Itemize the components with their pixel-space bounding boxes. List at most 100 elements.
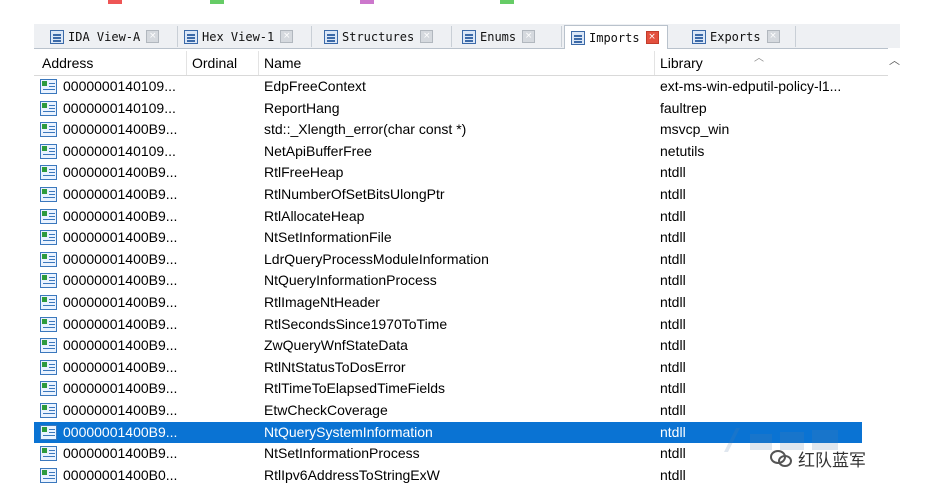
address-cell: 00000001400B9...: [63, 445, 178, 462]
library-cell: ntdll: [660, 272, 686, 289]
strip-segment: [360, 0, 374, 4]
name-cell: RtlNumberOfSetBitsUlongPtr: [264, 186, 445, 202]
table-row[interactable]: 00000001400B9... NtQueryInformationProces…: [34, 270, 862, 292]
import-entry-icon: [40, 295, 57, 310]
address-cell: 00000001400B9...: [63, 164, 178, 181]
tab-exports[interactable]: Exports ×: [686, 26, 796, 47]
close-icon[interactable]: ×: [645, 31, 659, 44]
watermark: 红队蓝军: [770, 446, 866, 471]
tab-label: Hex View-1: [202, 29, 275, 44]
name-cell: NtQuerySystemInformation: [264, 423, 433, 440]
address-cell: 00000001400B9...: [63, 250, 178, 267]
sort-caret-icon: ︿: [754, 53, 764, 64]
name-cell: EdpFreeContext: [264, 78, 366, 94]
enums-icon: [462, 29, 476, 44]
name-cell: RtlTimeToElapsedTimeFields: [264, 380, 446, 397]
address-cell: 00000001400B9...: [63, 294, 178, 310]
table-row[interactable]: 00000001400B9... RtlSecondsSince1970ToTim…: [34, 314, 862, 336]
tab-hex-view-1[interactable]: Hex View-1 ×: [178, 26, 312, 47]
name-cell: LdrQueryProcessModuleInformation: [264, 250, 489, 267]
column-header-ordinal[interactable]: Ordinal: [192, 55, 237, 71]
table-row[interactable]: 00000001400B9... RtlFreeHeap ntdll: [34, 162, 862, 184]
table-row[interactable]: 00000001400B9... RtlImageNtHeader ntdll: [34, 292, 862, 314]
import-entry-icon: [40, 251, 57, 267]
name-cell: std::_Xlength_error(char const *): [264, 121, 467, 138]
tab-label: Structures: [342, 29, 415, 44]
table-row[interactable]: 00000001400B9... ZwQueryWnfStateData ntdll: [34, 335, 862, 357]
import-entry-icon: [40, 143, 57, 159]
ida-view-icon: [50, 29, 64, 44]
address-cell: 00000001400B9...: [63, 229, 178, 246]
name-cell: NetApiBufferFree: [264, 142, 372, 159]
close-icon[interactable]: ×: [420, 30, 434, 43]
table-row[interactable]: 00000001400B9... RtlTimeToElapsedTimeFiel…: [34, 378, 862, 400]
library-cell: ntdll: [660, 250, 686, 267]
structures-icon: [324, 29, 338, 44]
library-cell: faultrep: [660, 99, 707, 116]
table-row[interactable]: 00000001400B9... RtlNumberOfSetBitsUlongP…: [34, 184, 862, 206]
exports-icon: [692, 29, 706, 44]
address-cell: 0000000140109...: [63, 99, 176, 116]
name-cell: RtlSecondsSince1970ToTime: [264, 315, 448, 332]
table-row[interactable]: 00000001400B9... NtSetInformationFile ntdl…: [34, 227, 862, 249]
table-row[interactable]: 0000000140109... ReportHang faultrep: [34, 98, 862, 120]
column-divider[interactable]: [186, 51, 187, 75]
address-cell: 00000001400B9...: [63, 337, 178, 354]
column-header-address[interactable]: Address: [42, 55, 93, 71]
tab-ida-view-a[interactable]: IDA View-A ×: [44, 26, 178, 47]
table-row[interactable]: 00000001400B9... EtwCheckCoverage ntdll: [34, 400, 862, 422]
address-cell: 00000001400B9...: [63, 121, 178, 138]
import-entry-icon: [40, 187, 57, 202]
column-divider[interactable]: [258, 51, 259, 75]
name-cell: ReportHang: [264, 99, 340, 116]
table-row[interactable]: 00000001400B9... RtlAllocateHeap ntdll: [34, 206, 862, 228]
import-entry-icon: [40, 165, 57, 181]
table-row[interactable]: 0000000140109... NetApiBufferFree netutils: [34, 141, 862, 163]
import-entry-icon: [40, 446, 57, 462]
column-header-library[interactable]: Library: [660, 55, 703, 71]
close-icon[interactable]: ×: [522, 30, 536, 43]
table-row[interactable]: 0000000140109... EdpFreeContext ext-ms-win…: [34, 76, 862, 98]
address-cell: 00000001400B9...: [63, 423, 178, 440]
library-cell: ntdll: [660, 466, 686, 483]
scroll-up-icon[interactable]: ︿: [889, 52, 900, 68]
address-cell: 00000001400B9...: [63, 272, 178, 289]
name-cell: NtSetInformationFile: [264, 229, 392, 246]
import-entry-icon: [40, 381, 57, 397]
address-cell: 00000001400B9...: [63, 207, 178, 224]
tab-label: Enums: [480, 29, 517, 44]
tab-structures[interactable]: Structures ×: [318, 26, 452, 47]
import-entry-icon: [40, 467, 57, 483]
table-row[interactable]: 00000001400B9... RtlNtStatusToDosError ntd…: [34, 357, 862, 379]
import-entry-icon: [40, 316, 57, 332]
library-cell: ntdll: [660, 380, 686, 397]
watermark-text: 红队蓝军: [798, 451, 866, 471]
name-cell: RtlAllocateHeap: [264, 207, 365, 224]
tab-label: Imports: [589, 30, 640, 45]
import-entry-icon: [40, 424, 57, 440]
table-header: Address Ordinal Name Library ︿: [34, 51, 888, 76]
table-row[interactable]: 00000001400B9... LdrQueryProcessModuleInf…: [34, 249, 862, 271]
close-icon[interactable]: ×: [280, 30, 294, 43]
library-cell: ntdll: [660, 337, 686, 354]
column-header-name[interactable]: Name: [264, 55, 301, 71]
close-icon[interactable]: ×: [146, 30, 160, 43]
import-entry-icon: [40, 208, 57, 224]
library-cell: ntdll: [660, 229, 686, 246]
address-cell: 0000000140109...: [63, 78, 176, 94]
import-entry-icon: [40, 100, 57, 116]
import-entry-icon: [40, 403, 57, 418]
library-cell: ntdll: [660, 294, 686, 310]
hex-view-icon: [184, 29, 198, 44]
vertical-scrollbar[interactable]: ︿: [888, 48, 900, 499]
table-row[interactable]: 00000001400B0... RtlIpv6AddressToStringEx…: [34, 465, 862, 487]
column-divider[interactable]: [654, 51, 655, 75]
close-icon[interactable]: ×: [766, 30, 780, 43]
library-cell: ntdll: [660, 358, 686, 375]
address-cell: 00000001400B9...: [63, 358, 178, 375]
tab-imports[interactable]: Imports ×: [564, 25, 668, 49]
wechat-icon: [770, 449, 792, 468]
table-row[interactable]: 00000001400B9... std::_Xlength_error(char…: [34, 119, 862, 141]
tab-enums[interactable]: Enums ×: [456, 26, 562, 47]
tab-label: IDA View-A: [68, 29, 141, 44]
